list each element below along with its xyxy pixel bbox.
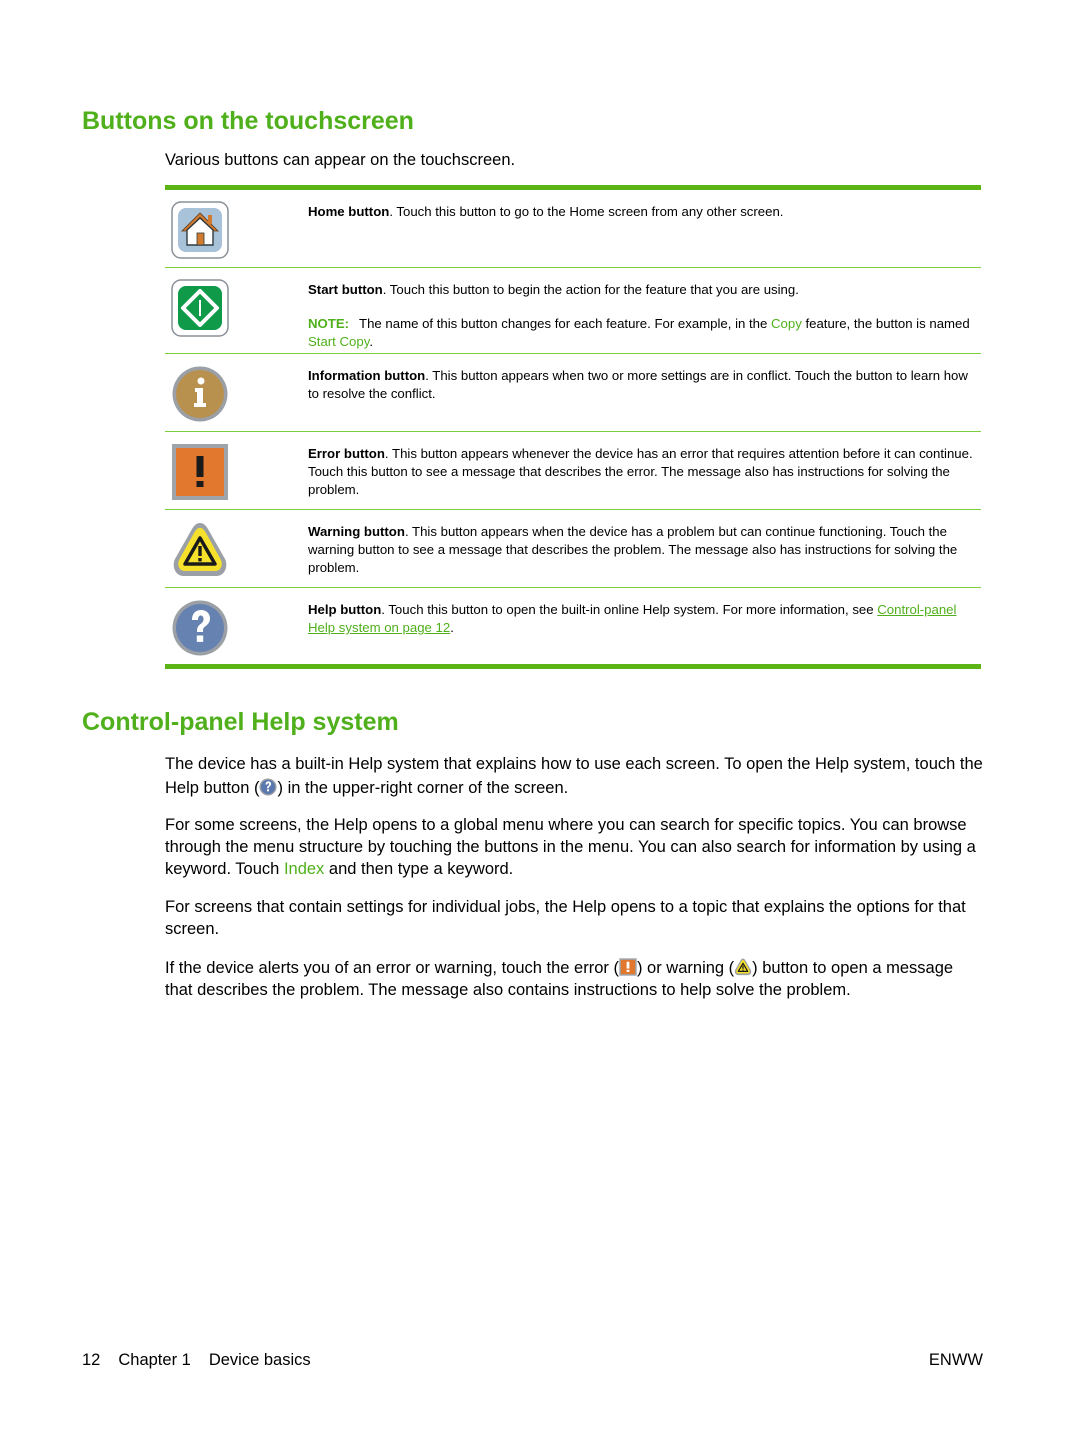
paragraph-text: ) or warning (: [636, 959, 735, 977]
chapter-title: Device basics: [208, 1351, 311, 1369]
button-description-home: . Touch this button to go to the Home sc…: [389, 204, 784, 219]
note: NOTE: The name of this button changes for…: [308, 315, 975, 351]
table-row-information: Information button. This button appears …: [165, 353, 981, 431]
button-name-help: Help button: [308, 602, 382, 617]
start-icon: [171, 279, 229, 337]
section-title-help: Control-panel Help system: [82, 708, 399, 736]
paragraph-text: ) in the upper-right corner of the scree…: [277, 779, 569, 797]
note-highlight-start-copy: Start Copy: [308, 334, 370, 349]
information-icon: [172, 366, 228, 422]
note-text: The name of this button changes for each…: [359, 316, 772, 331]
table-row-home: Home button. Touch this button to go to …: [165, 190, 981, 267]
warning-icon: [173, 523, 227, 576]
note-text: feature, the button is named: [801, 316, 970, 331]
home-icon: [171, 201, 229, 259]
note-text: .: [369, 334, 373, 349]
note-label: NOTE:: [308, 316, 350, 331]
button-name-error: Error button: [308, 446, 385, 461]
button-description-help: . Touch this button to open the built-in…: [381, 602, 878, 617]
table-row-warning: Warning button. This button appears when…: [165, 509, 981, 587]
button-description-warning: . This button appears when the device ha…: [308, 524, 958, 575]
paragraph-text: and then type a keyword.: [324, 860, 514, 878]
help-paragraph-1: The device has a built-in Help system th…: [165, 752, 985, 800]
error-icon: [619, 958, 637, 976]
button-name-home: Home button: [308, 204, 390, 219]
button-description-error: . This button appears whenever the devic…: [308, 446, 973, 497]
button-description-start: . Touch this button to begin the action …: [382, 282, 799, 297]
note-highlight-copy: Copy: [771, 316, 802, 331]
table-row-start: Start button. Touch this button to begin…: [165, 267, 981, 353]
section-intro: Various buttons can appear on the touchs…: [165, 151, 516, 169]
buttons-table: Home button. Touch this button to go to …: [165, 185, 981, 669]
warning-icon: [735, 958, 752, 976]
help-paragraph-2: For some screens, the Help opens to a gl…: [165, 814, 985, 880]
help-paragraph-4: If the device alerts you of an error or …: [165, 957, 985, 1001]
locale-code: ENWW: [928, 1351, 983, 1369]
help-paragraph-3: For screens that contain settings for in…: [165, 898, 966, 938]
button-description-end: .: [450, 620, 454, 635]
page-footer: 12 Chapter 1 Device basics ENWW: [82, 1351, 983, 1370]
button-name-warning: Warning button: [308, 524, 405, 539]
index-highlight: Index: [283, 860, 325, 878]
help-icon: [259, 778, 278, 796]
chapter-label: Chapter 1: [118, 1351, 191, 1369]
error-icon: [172, 444, 228, 500]
table-row-error: Error button. This button appears whenev…: [165, 431, 981, 509]
button-name-information: Information button: [308, 368, 426, 383]
table-row-help: Help button. Touch this button to open t…: [165, 587, 981, 664]
help-icon: [172, 600, 228, 656]
paragraph-text: If the device alerts you of an error or …: [165, 959, 619, 977]
button-name-start: Start button: [308, 282, 383, 297]
page-number: 12: [82, 1351, 101, 1369]
section-title-buttons: Buttons on the touchscreen: [82, 107, 414, 135]
